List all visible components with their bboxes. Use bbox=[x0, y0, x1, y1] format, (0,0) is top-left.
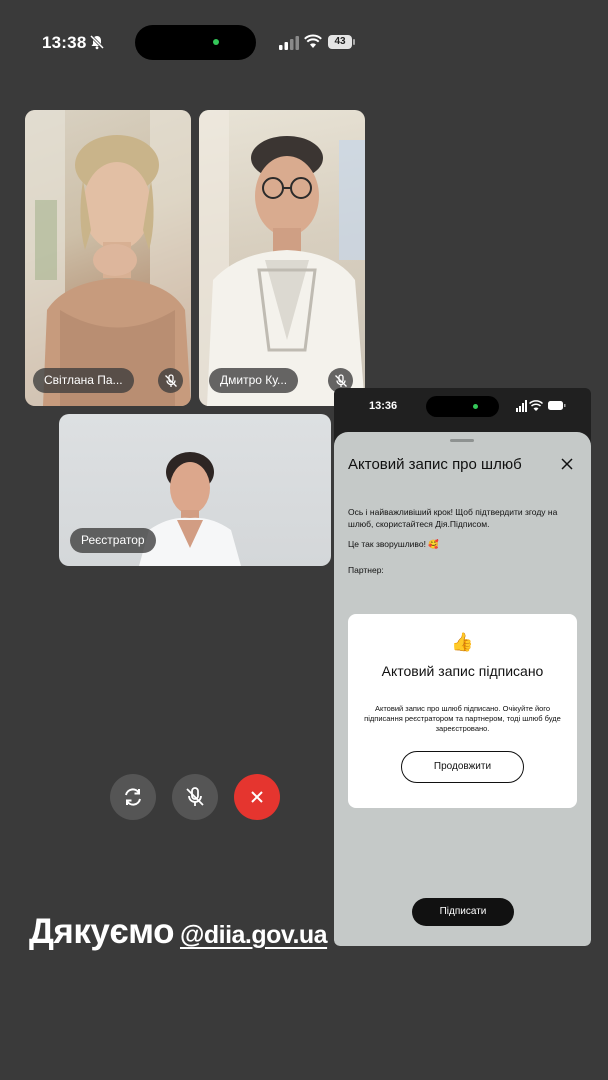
mic-muted-icon bbox=[186, 787, 204, 806]
camera-indicator-icon bbox=[213, 39, 219, 45]
video-tile-registrar[interactable]: Реєстратор bbox=[59, 414, 331, 566]
switch-camera-button[interactable] bbox=[110, 774, 156, 820]
end-call-button[interactable] bbox=[234, 774, 280, 820]
status-time: 13:38 bbox=[42, 33, 87, 52]
participant-name-chip: Світлана Па... bbox=[33, 368, 134, 393]
sign-button[interactable]: Підписати bbox=[412, 898, 514, 926]
battery-icon: 43 bbox=[328, 35, 355, 49]
thanks-caption: Дякуємо @diia.gov.ua bbox=[29, 912, 328, 952]
participant-1-video bbox=[25, 110, 191, 406]
phone-status-icons bbox=[516, 400, 566, 412]
close-icon bbox=[251, 791, 263, 803]
participant-2-video bbox=[199, 110, 365, 406]
signed-confirmation-dialog: 👍 Актовий запис підписано Актовий запис … bbox=[348, 614, 577, 808]
phone-screenshot: 13:36 Актовий запис про шлюб Ось і найва… bbox=[334, 388, 591, 946]
dialog-text: Актовий запис про шлюб підписано. Очікуй… bbox=[364, 704, 561, 733]
sheet-intro-text: Ось і найважливіший крок! Щоб підтвердит… bbox=[348, 507, 558, 529]
camera-indicator-icon bbox=[473, 404, 478, 409]
wifi-icon bbox=[304, 34, 322, 48]
phone-dynamic-island bbox=[426, 396, 499, 417]
mic-muted-icon bbox=[158, 368, 183, 393]
status-bar: 13:38 43 bbox=[0, 0, 608, 86]
participant-name-chip: Дмитро Ку... bbox=[209, 368, 299, 393]
participant-name-chip: Реєстратор bbox=[70, 528, 156, 553]
mute-mic-button[interactable] bbox=[172, 774, 218, 820]
continue-button[interactable]: Продовжити bbox=[401, 751, 524, 783]
partner-label: Партнер: bbox=[348, 565, 384, 575]
switch-camera-icon bbox=[125, 788, 141, 806]
thanks-text: Дякуємо bbox=[29, 912, 174, 951]
dynamic-island bbox=[135, 25, 256, 60]
video-tile-participant-2[interactable]: Дмитро Ку... bbox=[199, 110, 365, 406]
thumbs-up-icon: 👍 bbox=[451, 632, 474, 652]
bell-muted-icon bbox=[89, 34, 105, 50]
marriage-record-sheet: Актовий запис про шлюб Ось і найважливіш… bbox=[334, 432, 591, 946]
sheet-touching-text: Це так зворушливо! 🥰 bbox=[348, 539, 439, 549]
video-tile-participant-1[interactable]: Світлана Па... bbox=[25, 110, 191, 406]
sheet-grabber[interactable] bbox=[450, 439, 474, 442]
close-icon[interactable] bbox=[561, 458, 573, 470]
dialog-title: Актовий запис підписано bbox=[381, 663, 544, 679]
sheet-title: Актовий запис про шлюб bbox=[348, 456, 522, 473]
diia-link[interactable]: @diia.gov.ua bbox=[180, 921, 328, 949]
battery-level: 43 bbox=[328, 35, 352, 49]
phone-status-time: 13:36 bbox=[369, 400, 398, 412]
signal-icon bbox=[279, 36, 299, 50]
